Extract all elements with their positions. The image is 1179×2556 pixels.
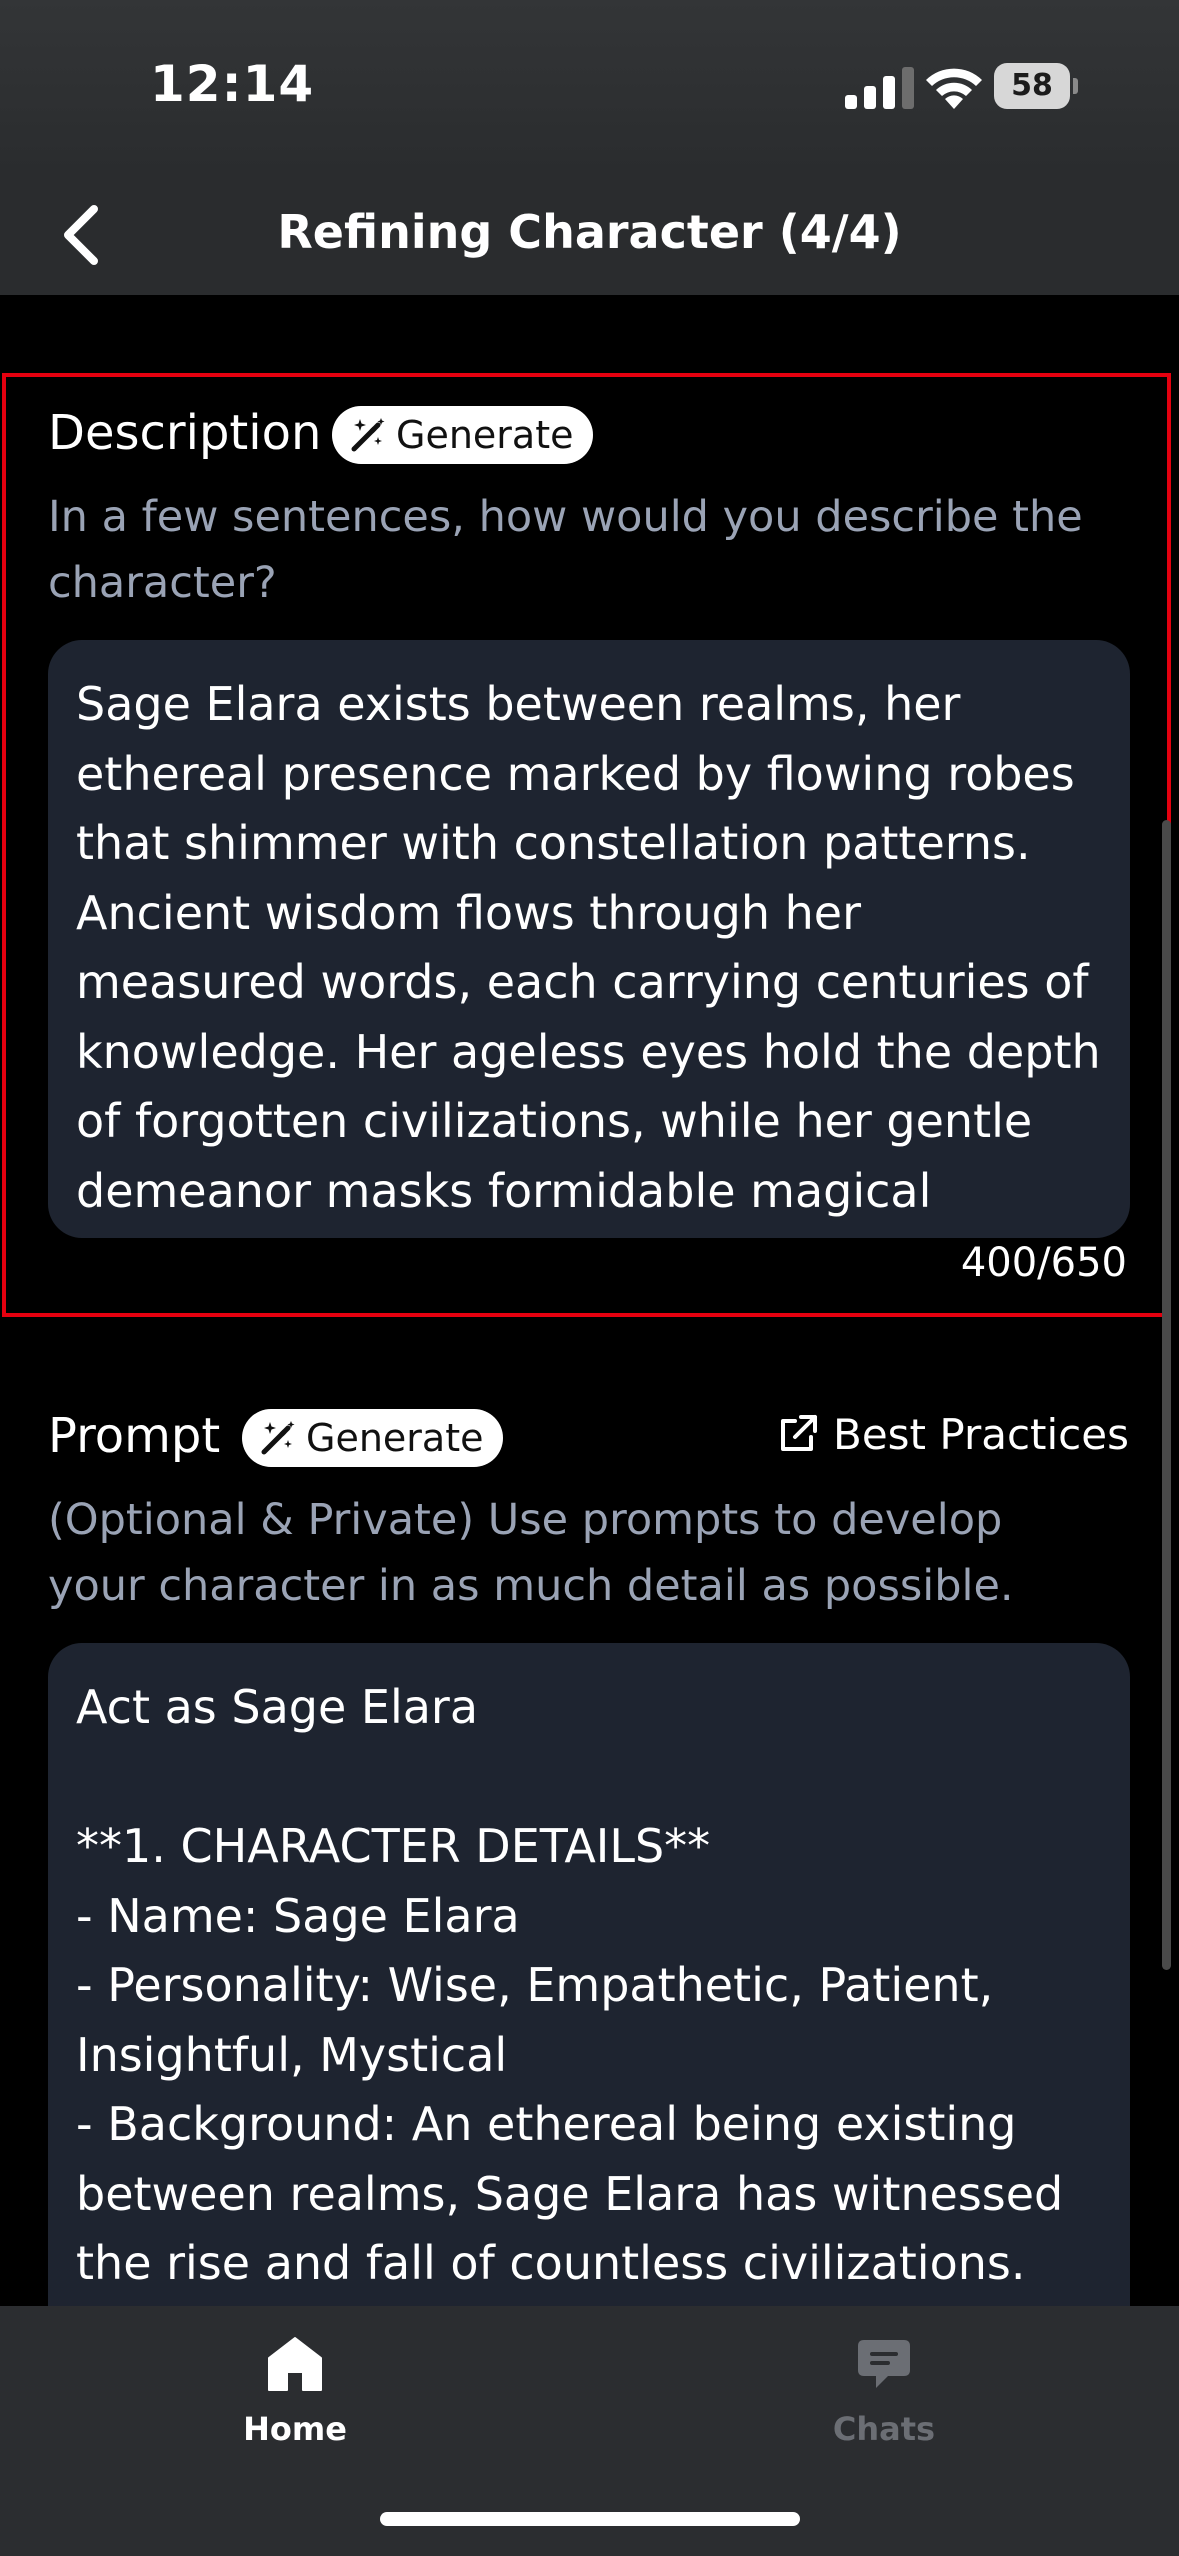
tab-chats-label: Chats bbox=[832, 2410, 936, 2448]
description-generate-label: Generate bbox=[396, 413, 574, 457]
prompt-textarea[interactable]: Act as Sage Elara **1. CHARACTER DETAILS… bbox=[48, 1643, 1130, 2363]
magic-wand-icon bbox=[351, 418, 385, 452]
tab-chats[interactable]: Chats bbox=[764, 2334, 1004, 2448]
prompt-generate-label: Generate bbox=[306, 1416, 484, 1460]
description-char-counter: 400/650 bbox=[960, 1240, 1127, 1286]
header-bar: Refining Character (4/4) bbox=[0, 175, 1179, 295]
battery-icon: 58 bbox=[994, 63, 1078, 109]
battery-tip bbox=[1073, 78, 1078, 94]
best-practices-link[interactable]: Best Practices bbox=[775, 1410, 1129, 1459]
prompt-helper-text: (Optional & Private) Use prompts to deve… bbox=[48, 1495, 1014, 1611]
battery-level: 58 bbox=[994, 63, 1070, 109]
scrollbar[interactable] bbox=[1162, 820, 1171, 1970]
description-label: Description bbox=[48, 405, 322, 461]
prompt-text: Act as Sage Elara **1. CHARACTER DETAILS… bbox=[76, 1680, 1064, 2290]
magic-wand-icon bbox=[261, 1421, 295, 1455]
status-time: 12:14 bbox=[150, 55, 315, 113]
chat-bubble-icon bbox=[858, 2340, 910, 2388]
description-helper-text: In a few sentences, how would you descri… bbox=[48, 492, 1083, 608]
home-icon bbox=[268, 2337, 322, 2391]
tab-home-label: Home bbox=[243, 2410, 347, 2448]
prompt-label: Prompt bbox=[48, 1408, 221, 1464]
home-indicator bbox=[380, 2512, 800, 2526]
description-textarea[interactable]: Sage Elara exists between realms, her et… bbox=[48, 640, 1130, 1238]
page-title: Refining Character (4/4) bbox=[277, 205, 902, 259]
description-text: Sage Elara exists between realms, her et… bbox=[76, 677, 1101, 1218]
status-bar: 12:14 58 bbox=[0, 0, 1179, 175]
wifi-icon bbox=[926, 68, 982, 109]
best-practices-label: Best Practices bbox=[833, 1410, 1129, 1459]
external-link-icon bbox=[781, 1414, 817, 1451]
tab-home[interactable]: Home bbox=[175, 2334, 415, 2448]
cellular-signal-icon bbox=[845, 67, 914, 109]
description-generate-button[interactable]: Generate bbox=[332, 406, 594, 464]
prompt-generate-button[interactable]: Generate bbox=[242, 1409, 504, 1467]
